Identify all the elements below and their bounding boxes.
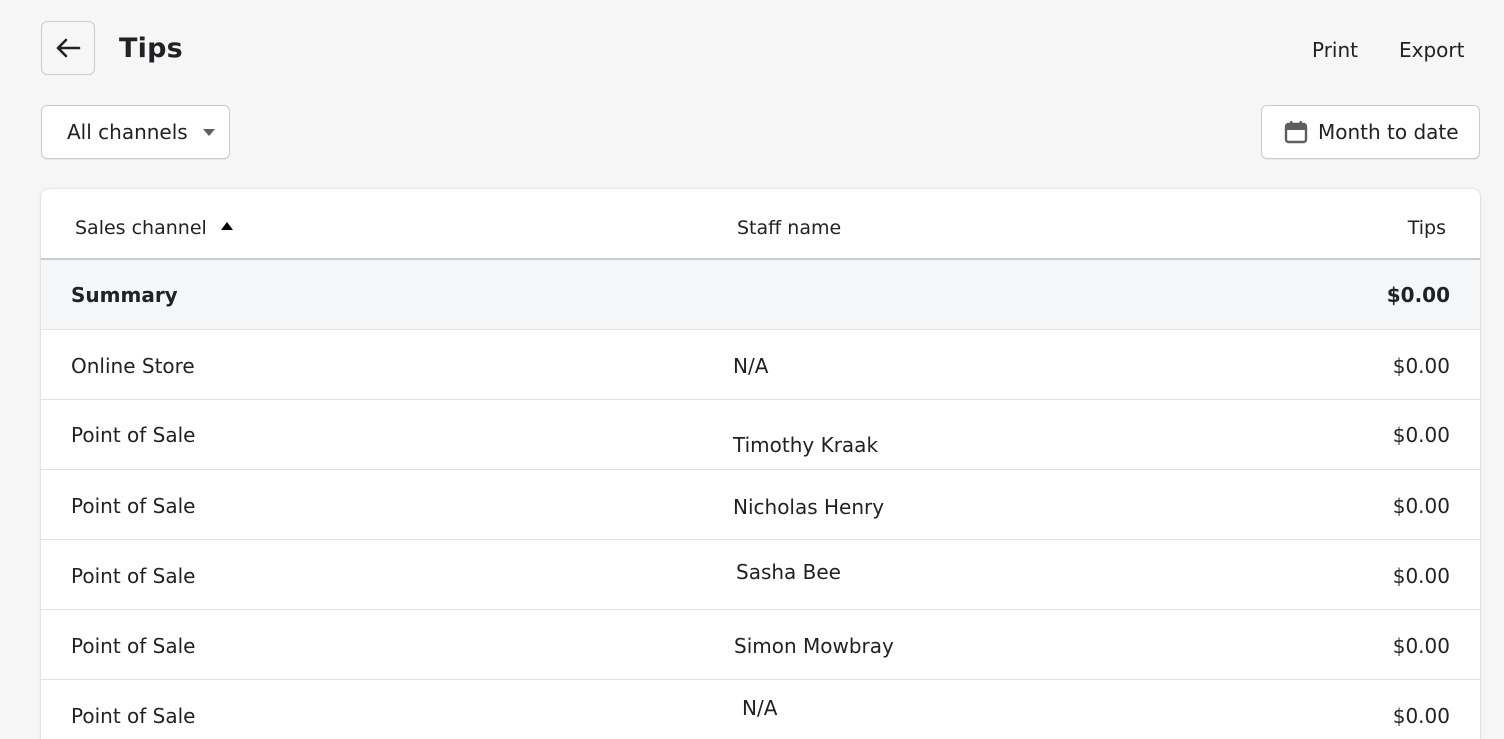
export-button[interactable]: Export bbox=[1399, 36, 1464, 64]
tips-report-page: Tips Print Export All channels Month to … bbox=[0, 0, 1504, 739]
date-range-button[interactable]: Month to date bbox=[1261, 105, 1480, 159]
column-header-staff-name[interactable]: Staff name bbox=[737, 216, 841, 240]
caret-down-icon bbox=[202, 128, 215, 136]
page-title: Tips bbox=[119, 33, 183, 64]
tips-table-card: Sales channel Staff name Tips Summary $0… bbox=[41, 189, 1480, 739]
channels-filter-label: All channels bbox=[67, 120, 188, 144]
row-staff-name: Nicholas Henry bbox=[733, 495, 885, 519]
table-row: Point of Sale Timothy Kraak $0.00 bbox=[41, 400, 1480, 470]
row-tips: $0.00 bbox=[1392, 354, 1450, 378]
print-button[interactable]: Print bbox=[1312, 36, 1358, 64]
row-staff-name: N/A bbox=[742, 696, 778, 720]
row-staff-name: Sasha Bee bbox=[736, 560, 841, 584]
table-row: Point of Sale Simon Mowbray $0.00 bbox=[41, 610, 1480, 680]
column-header-sales-channel[interactable]: Sales channel bbox=[75, 216, 233, 240]
table-row: Point of Sale Nicholas Henry $0.00 bbox=[41, 470, 1480, 540]
row-tips: $0.00 bbox=[1392, 423, 1450, 447]
row-sales-channel: Point of Sale bbox=[71, 494, 196, 518]
channels-filter-button[interactable]: All channels bbox=[41, 105, 230, 159]
row-sales-channel: Point of Sale bbox=[71, 704, 196, 728]
row-sales-channel: Point of Sale bbox=[71, 423, 196, 447]
table-row: Point of Sale Sasha Bee $0.00 bbox=[41, 540, 1480, 610]
row-sales-channel: Online Store bbox=[71, 354, 195, 378]
row-staff-name: Simon Mowbray bbox=[734, 634, 894, 658]
row-staff-name: Timothy Kraak bbox=[733, 433, 879, 457]
column-header-label: Sales channel bbox=[75, 217, 207, 239]
table-row: Point of Sale N/A $0.00 bbox=[41, 680, 1480, 739]
row-sales-channel: Point of Sale bbox=[71, 564, 196, 588]
sort-ascending-icon bbox=[220, 222, 233, 230]
row-staff-name: N/A bbox=[733, 354, 769, 378]
row-tips: $0.00 bbox=[1392, 634, 1450, 658]
table-row: Online Store N/A $0.00 bbox=[41, 330, 1480, 400]
row-tips: $0.00 bbox=[1392, 564, 1450, 588]
row-sales-channel: Point of Sale bbox=[71, 634, 196, 658]
calendar-icon bbox=[1284, 120, 1308, 144]
column-header-tips[interactable]: Tips bbox=[1408, 216, 1446, 240]
table-header: Sales channel Staff name Tips bbox=[41, 189, 1480, 260]
row-tips: $0.00 bbox=[1392, 704, 1450, 728]
summary-label: Summary bbox=[71, 283, 178, 307]
summary-row: Summary $0.00 bbox=[41, 260, 1480, 330]
back-button[interactable] bbox=[41, 21, 95, 75]
arrow-left-icon bbox=[55, 37, 81, 59]
row-tips: $0.00 bbox=[1392, 494, 1450, 518]
summary-tips-total: $0.00 bbox=[1386, 283, 1450, 307]
date-range-label: Month to date bbox=[1318, 120, 1459, 144]
